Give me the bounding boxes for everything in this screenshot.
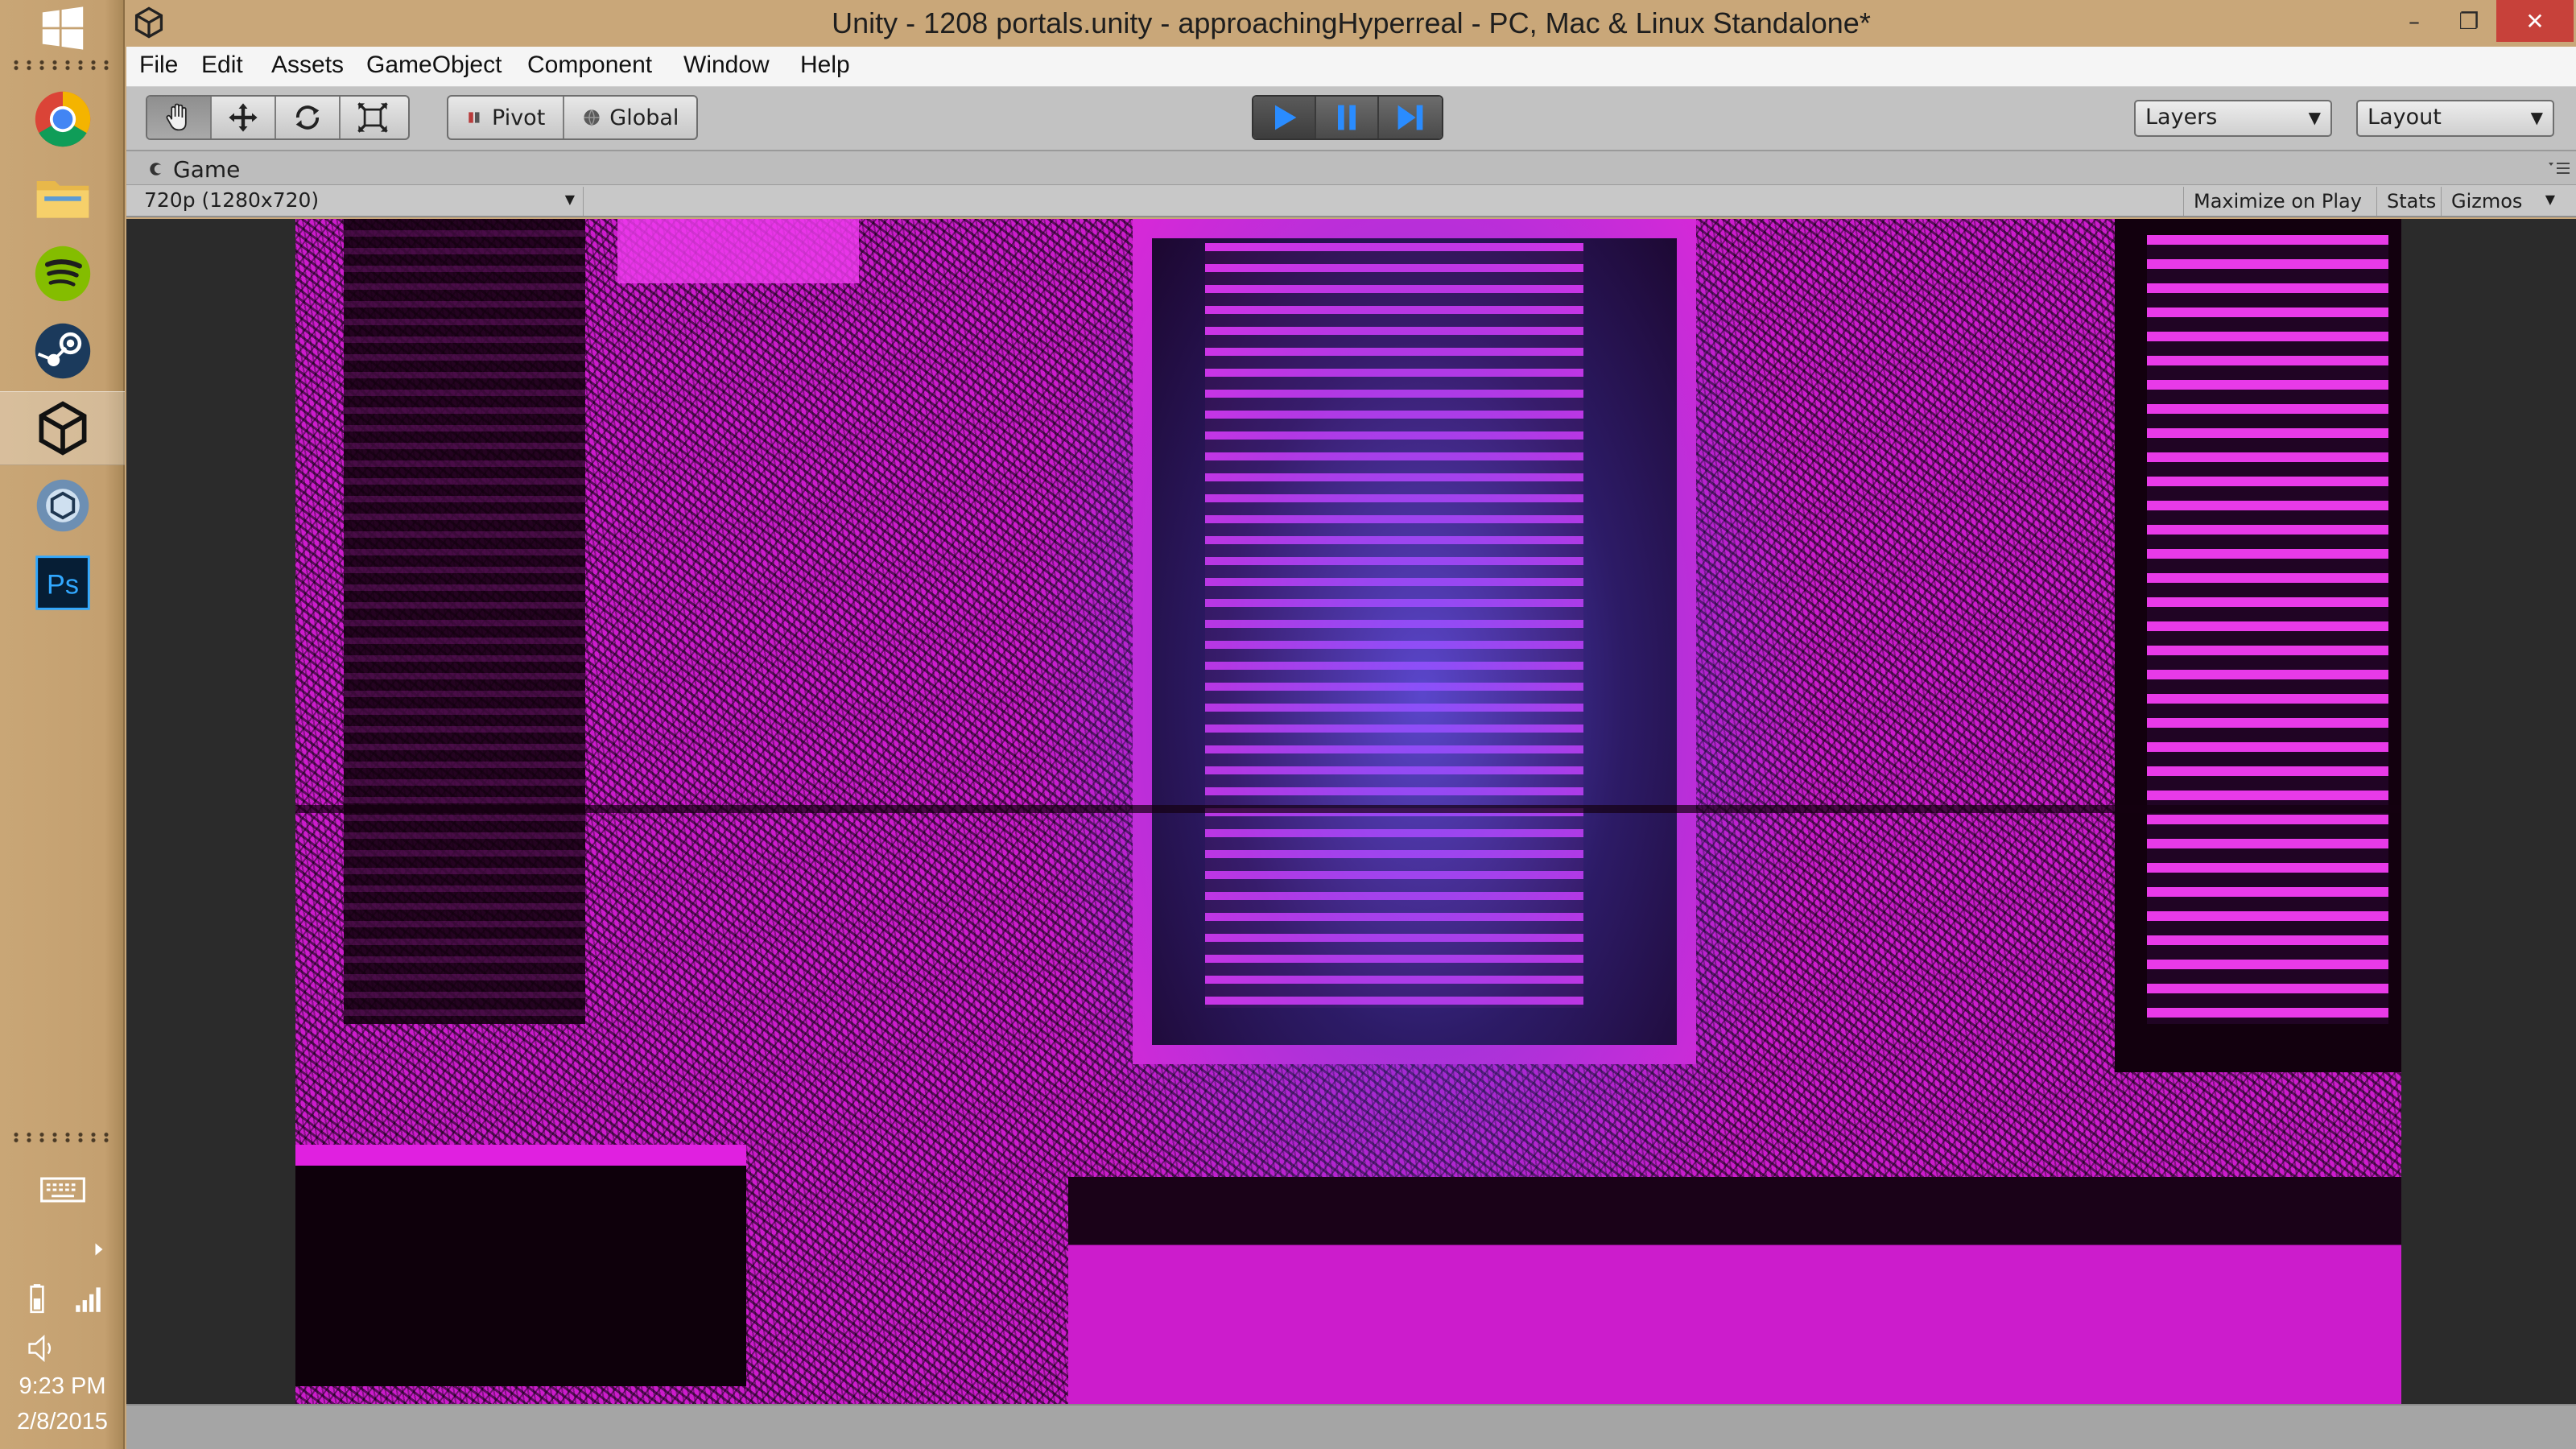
play-button[interactable] [1253, 97, 1317, 138]
chevron-right-icon [95, 1243, 102, 1256]
taskbar-grip-bottom [10, 1132, 114, 1143]
menu-edit[interactable]: Edit [201, 52, 243, 79]
layout-dropdown[interactable]: Layout ▼ [2356, 100, 2554, 137]
gizmos-dropdown[interactable]: Gizmos ▼ [2441, 187, 2562, 216]
taskbar-app-explorer[interactable] [0, 159, 125, 233]
layers-dropdown[interactable]: Layers ▼ [2134, 100, 2332, 137]
taskbar-app-spotify[interactable] [0, 237, 125, 311]
unity-icon [39, 401, 86, 456]
resolution-value: 720p (1280x720) [144, 188, 320, 212]
volume-button[interactable] [0, 1325, 125, 1372]
scene-left-bench [295, 1145, 746, 1386]
pivot-toggle[interactable]: Pivot [448, 97, 565, 138]
window-title: Unity - 1208 portals.unity - approaching… [832, 6, 1871, 39]
scene-right-window-view [2147, 235, 2388, 1024]
speaker-icon [28, 1335, 52, 1362]
global-toggle[interactable]: Global [564, 97, 696, 138]
pivot-global-toggles: Pivot Global [447, 95, 699, 140]
menu-help[interactable]: Help [800, 52, 850, 79]
network-signal-icon[interactable] [72, 1282, 105, 1315]
clock-time[interactable]: 9:23 PM [0, 1373, 125, 1400]
move-icon [229, 103, 258, 132]
transform-tools [146, 95, 410, 140]
game-viewport[interactable] [126, 219, 2576, 1404]
menu-assets[interactable]: Assets [271, 52, 344, 79]
rotate-tool-button[interactable] [276, 97, 341, 138]
taskbar-app-steam[interactable] [0, 314, 125, 388]
rotate-icon [295, 105, 320, 130]
layout-chevron-down-icon: ▼ [2530, 108, 2543, 127]
taskbar-app-chrome[interactable] [0, 82, 125, 156]
pivot-icon [469, 112, 480, 123]
unity-remote-icon [36, 479, 89, 532]
resolution-chevron-down-icon: ▼ [564, 192, 575, 207]
scene-left-window [344, 219, 585, 1024]
hand-tool-button[interactable] [147, 97, 212, 138]
global-label: Global [609, 105, 679, 130]
keyboard-icon [39, 1177, 85, 1203]
clock-date[interactable]: 2/8/2015 [0, 1409, 125, 1435]
menu-gameobject[interactable]: GameObject [366, 52, 502, 79]
gizmos-label: Gizmos [2451, 190, 2523, 213]
taskbar-grip [10, 60, 114, 71]
scene-front-bench [1068, 1177, 2401, 1404]
status-bar [126, 1404, 2576, 1449]
taskbar-app-unity[interactable] [0, 391, 125, 465]
layers-chevron-down-icon: ▼ [2308, 108, 2321, 127]
folder-icon [36, 181, 89, 218]
show-hidden-icons-button[interactable] [0, 1227, 125, 1272]
menu-component[interactable]: Component [527, 52, 652, 79]
photoshop-icon: Ps [35, 555, 90, 610]
maximize-on-play-toggle[interactable]: Maximize on Play [2183, 187, 2376, 216]
menu-window[interactable]: Window [683, 52, 770, 79]
close-button[interactable]: ✕ [2496, 0, 2574, 42]
hand-icon [166, 103, 187, 131]
playback-controls [1252, 95, 1443, 140]
steam-icon [35, 323, 90, 379]
move-tool-button[interactable] [212, 97, 276, 138]
layers-label: Layers [2145, 105, 2218, 130]
menu-bar: File Edit Assets GameObject Component Wi… [126, 47, 2576, 87]
scale-icon [357, 102, 388, 133]
window-titlebar: Unity - 1208 portals.unity - approaching… [126, 0, 2576, 47]
panel-menu-icon[interactable] [2547, 161, 2571, 177]
game-render [295, 219, 2401, 1404]
photoshop-label: Ps [47, 569, 79, 600]
scene-horizon-line [295, 805, 2401, 813]
game-tab-icon [150, 163, 163, 175]
game-tab-bar: Game [126, 151, 2576, 185]
system-tray-row [0, 1272, 125, 1325]
step-icon [1397, 105, 1423, 130]
pause-button[interactable] [1316, 97, 1380, 138]
game-options-bar: 720p (1280x720) ▼ Maximize on Play Stats… [126, 185, 2576, 217]
tab-game-label: Game [173, 155, 241, 183]
pause-icon [1338, 105, 1356, 130]
toolbar: Pivot Global Layers ▼ Layout ▼ [126, 87, 2576, 151]
globe-icon [584, 109, 600, 126]
battery-icon[interactable] [20, 1282, 54, 1315]
pivot-label: Pivot [492, 105, 546, 130]
restore-button[interactable]: ❐ [2442, 0, 2496, 42]
chrome-icon [35, 91, 90, 147]
touch-keyboard-button[interactable] [0, 1158, 125, 1222]
gizmos-chevron-down-icon: ▼ [2545, 192, 2555, 207]
start-button[interactable] [0, 0, 125, 56]
minimize-button[interactable]: – [2387, 0, 2442, 42]
tab-game[interactable]: Game [141, 153, 253, 185]
layout-label: Layout [2368, 105, 2442, 130]
taskbar-app-unity-remote[interactable] [0, 469, 125, 543]
taskbar: Ps 9:23 PM 2/8/2015 [0, 0, 125, 1449]
stats-toggle[interactable]: Stats [2376, 187, 2441, 216]
spotify-icon [35, 246, 90, 302]
menu-file[interactable]: File [139, 52, 178, 79]
play-icon [1275, 105, 1297, 130]
windows-logo-icon [42, 6, 83, 50]
resolution-dropdown[interactable]: 720p (1280x720) ▼ [133, 187, 584, 216]
step-button[interactable] [1379, 97, 1442, 138]
scale-tool-button[interactable] [341, 97, 405, 138]
taskbar-app-photoshop[interactable]: Ps [0, 546, 125, 620]
scene-ceiling-light [617, 219, 859, 283]
